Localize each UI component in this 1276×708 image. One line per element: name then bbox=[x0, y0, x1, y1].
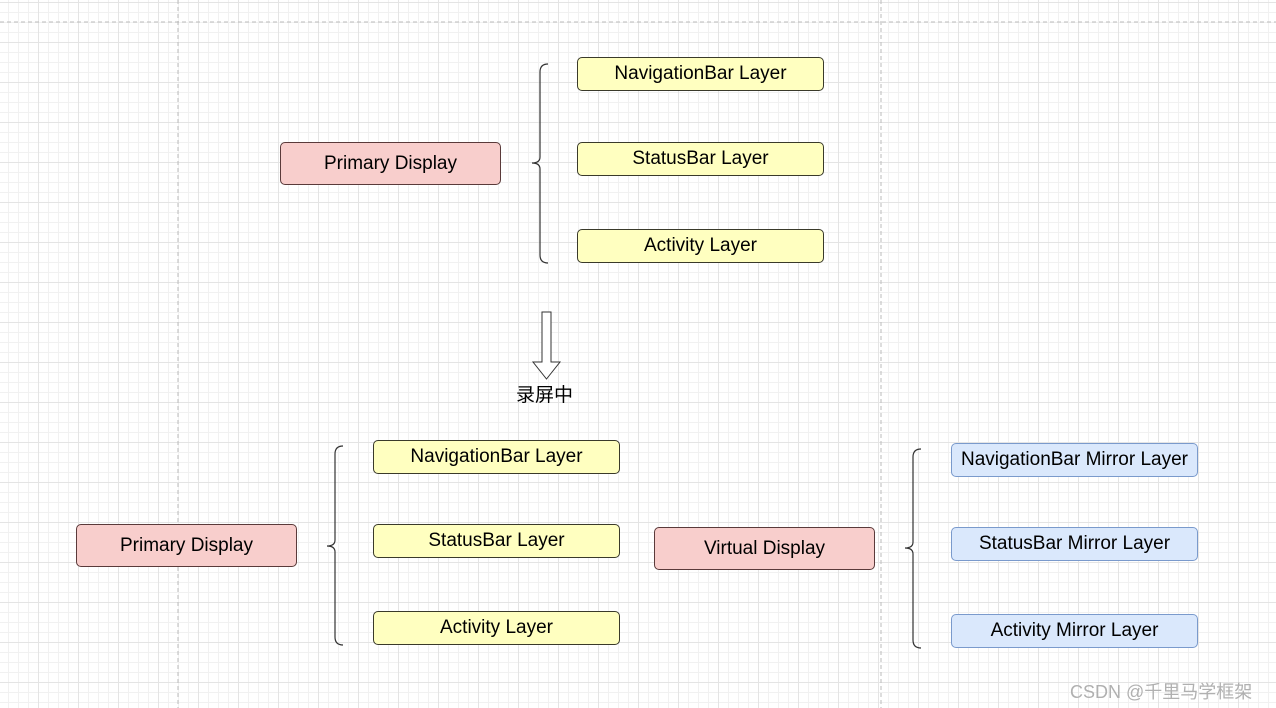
bottom-primary-brace bbox=[326, 445, 344, 646]
bottom-activity-layer[interactable]: Activity Layer bbox=[373, 611, 620, 645]
virtual-display[interactable]: Virtual Display bbox=[654, 527, 875, 570]
watermark: CSDN @千里马学框架 bbox=[1070, 682, 1253, 702]
activity-mirror-layer[interactable]: Activity Mirror Layer bbox=[951, 614, 1198, 648]
top-activity-layer[interactable]: Activity Layer bbox=[577, 229, 824, 263]
bottom-primary-display[interactable]: Primary Display bbox=[76, 524, 297, 567]
top-navigationbar-layer[interactable]: NavigationBar Layer bbox=[577, 57, 824, 91]
bottom-navigationbar-layer[interactable]: NavigationBar Layer bbox=[373, 440, 620, 474]
bottom-statusbar-layer[interactable]: StatusBar Layer bbox=[373, 524, 620, 558]
top-statusbar-layer[interactable]: StatusBar Layer bbox=[577, 142, 824, 176]
down-arrow bbox=[531, 311, 562, 380]
bottom-virtual-brace bbox=[904, 448, 922, 649]
top-primary-display[interactable]: Primary Display bbox=[280, 142, 501, 185]
connectors bbox=[0, 0, 1276, 708]
arrow-label: 录屏中 bbox=[516, 385, 574, 406]
navigationbar-mirror-layer[interactable]: NavigationBar Mirror Layer bbox=[951, 443, 1198, 477]
statusbar-mirror-layer[interactable]: StatusBar Mirror Layer bbox=[951, 527, 1198, 561]
top-brace bbox=[531, 63, 549, 264]
